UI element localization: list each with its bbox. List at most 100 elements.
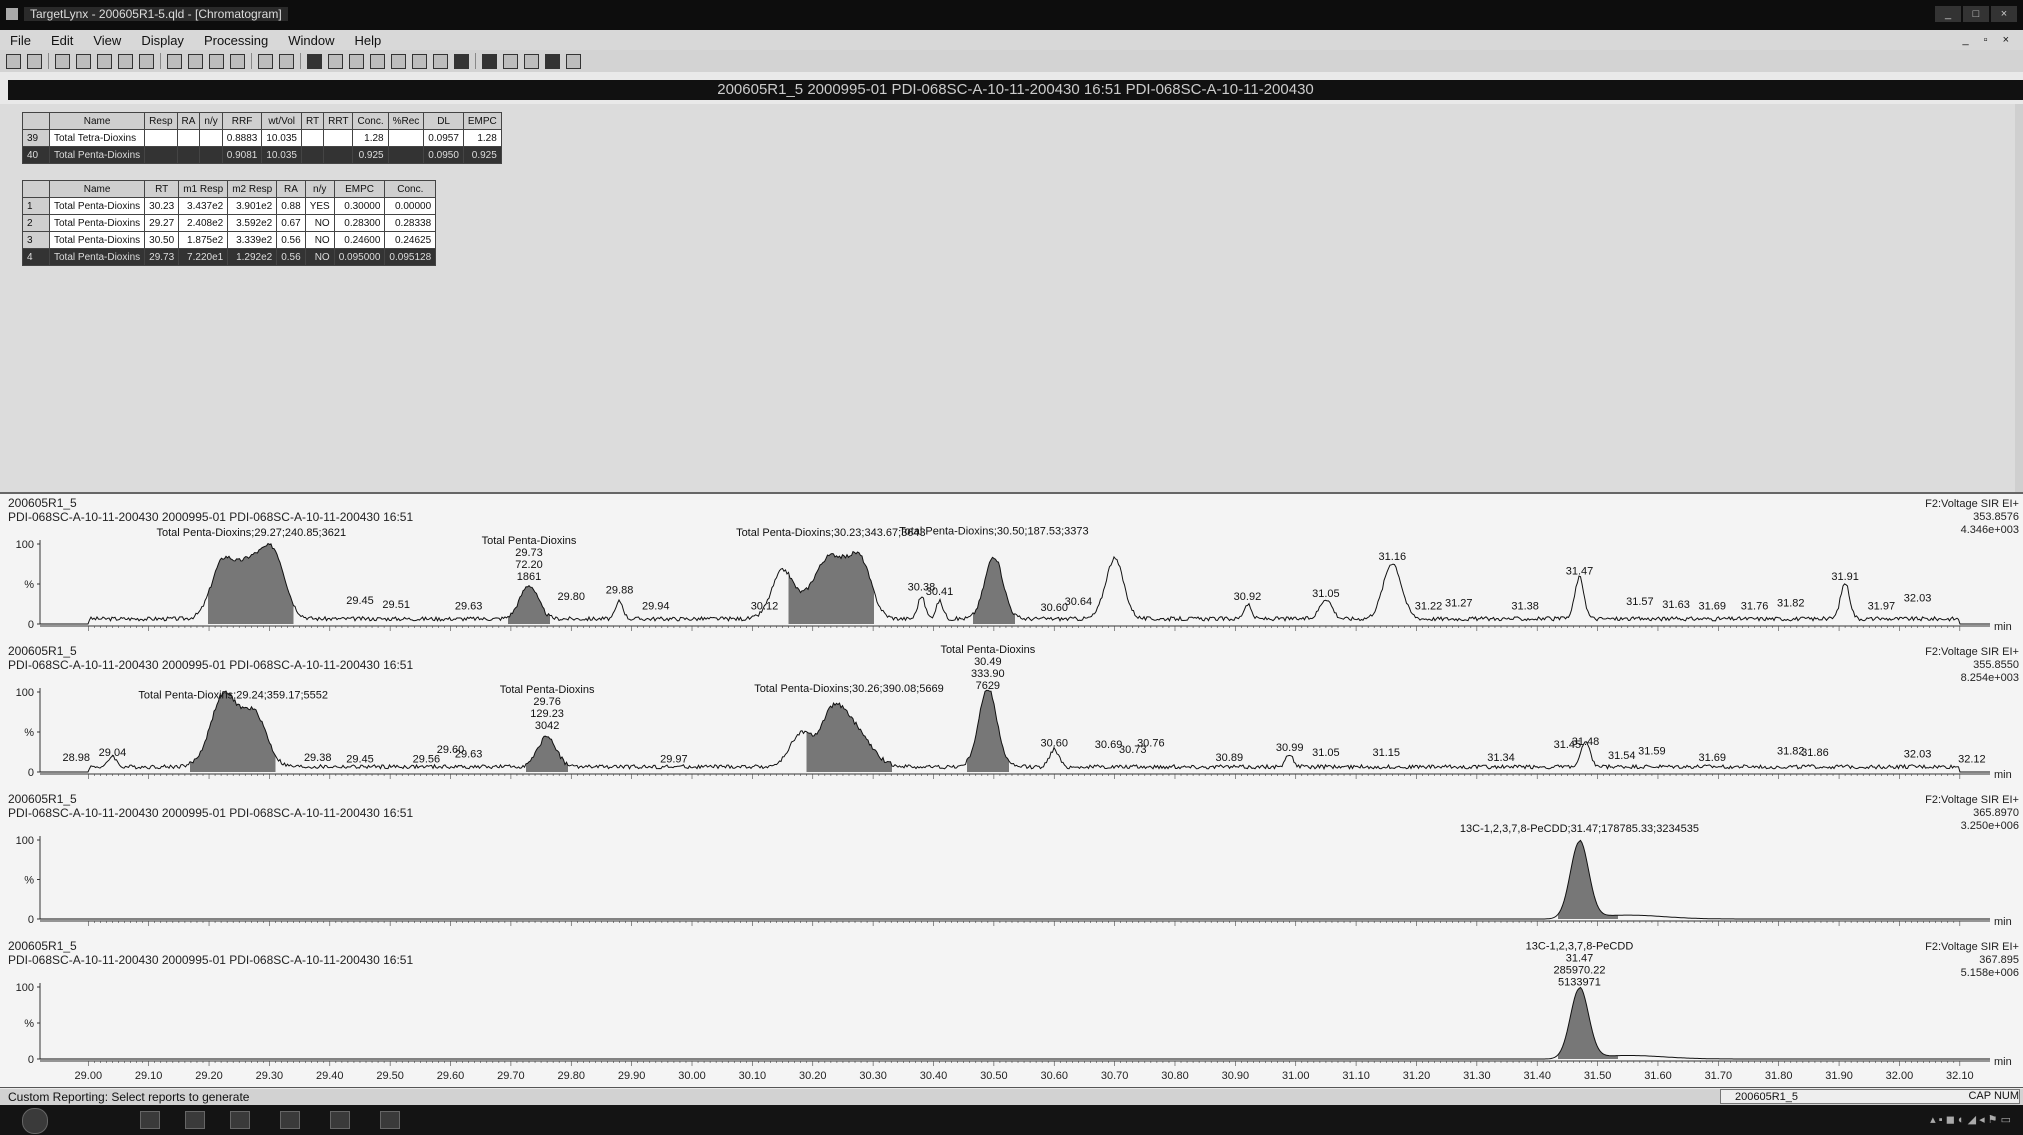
close-button[interactable]: × bbox=[1991, 6, 2017, 22]
peak-label: 29.45 bbox=[346, 753, 374, 765]
zoom-in-icon[interactable] bbox=[258, 53, 273, 69]
integrated-peak[interactable] bbox=[973, 557, 1015, 624]
table-row[interactable]: 1 Total Penta-Dioxins 30.23 3.437e2 3.901e2 0… bbox=[22, 197, 437, 215]
trace-plot[interactable]: 100% 0 min 13C-1,2,3,7,8-PeCDD;31.47;178785… bbox=[0, 790, 2023, 937]
taskbar-app-icon[interactable] bbox=[380, 1111, 400, 1129]
trace-plot[interactable]: 100% 0 min 29.00 29.10 29.20 29.30 29.40 29.50 29… bbox=[0, 937, 2023, 1087]
peak-icon[interactable] bbox=[349, 53, 364, 69]
x-tick-label: 29.70 bbox=[497, 1070, 525, 1082]
column-header[interactable] bbox=[22, 112, 50, 130]
column-header[interactable]: Name bbox=[48, 180, 146, 198]
integrated-peak[interactable] bbox=[806, 703, 893, 772]
prev-sample-icon[interactable] bbox=[188, 53, 203, 69]
y-tick-label: 100 bbox=[16, 539, 34, 551]
tools-icon[interactable] bbox=[307, 53, 322, 69]
taskbar-app-icon[interactable] bbox=[140, 1111, 160, 1129]
column-header[interactable] bbox=[22, 180, 50, 198]
integrated-peak[interactable] bbox=[1558, 987, 1618, 1059]
menu-file[interactable]: File bbox=[0, 33, 41, 48]
column-header[interactable]: %Rec bbox=[387, 112, 425, 130]
start-button[interactable] bbox=[22, 1108, 48, 1134]
print-icon[interactable] bbox=[545, 53, 560, 69]
integrated-peak[interactable] bbox=[508, 585, 550, 624]
split-vertical-icon[interactable] bbox=[524, 53, 539, 69]
column-header[interactable]: EMPC bbox=[333, 180, 386, 198]
taskbar: ▴ ▪ ◼ ◐ ◢ ◂ ⚑ ▭ bbox=[0, 1105, 2023, 1135]
column-header[interactable]: DL bbox=[423, 112, 464, 130]
x-tick-label: 30.90 bbox=[1222, 1070, 1250, 1082]
column-header[interactable]: RA bbox=[176, 112, 201, 130]
column-header[interactable]: RT bbox=[300, 112, 325, 130]
trace-plot[interactable]: 100% 0 min Total Penta-Dioxins;29.27;240.85… bbox=[0, 494, 2023, 642]
table-row[interactable]: 40 Total Penta-Dioxins 0.9081 10.035 0.925 0.… bbox=[22, 146, 502, 164]
undo-icon[interactable] bbox=[55, 53, 70, 69]
column-header[interactable]: n/y bbox=[199, 112, 223, 130]
mdi-controls[interactable]: _ ▫ × bbox=[1962, 34, 2023, 46]
integrated-peak[interactable] bbox=[526, 736, 568, 772]
taskbar-app-icon[interactable] bbox=[185, 1111, 205, 1129]
column-header[interactable]: m1 Resp bbox=[178, 180, 229, 198]
spectrum-icon[interactable] bbox=[328, 53, 343, 69]
table-row[interactable]: 2 Total Penta-Dioxins 29.27 2.408e2 3.592e2 0… bbox=[22, 214, 437, 232]
integrated-peak[interactable] bbox=[1558, 840, 1618, 919]
menu-display[interactable]: Display bbox=[131, 33, 194, 48]
chromatogram-trace[interactable]: 200605R1_5 PDI-068SC-A-10-11-200430 20009… bbox=[0, 790, 2023, 938]
menu-processing[interactable]: Processing bbox=[194, 33, 278, 48]
column-header[interactable]: RA bbox=[276, 180, 306, 198]
column-header[interactable]: wt/Vol bbox=[261, 112, 302, 130]
menu-help[interactable]: Help bbox=[345, 33, 392, 48]
table-row[interactable]: 3 Total Penta-Dioxins 30.50 1.875e2 3.339e2 0… bbox=[22, 231, 437, 249]
column-header[interactable]: RRF bbox=[221, 112, 263, 130]
table-row[interactable]: 4 Total Penta-Dioxins 29.73 7.220e1 1.292e2 0… bbox=[22, 248, 437, 266]
minimize-button[interactable]: _ bbox=[1935, 6, 1961, 22]
toolbar-separator bbox=[475, 53, 476, 69]
peak-label: Total Penta-Dioxins;30.50;187.53;3373 bbox=[899, 525, 1089, 537]
record-icon[interactable] bbox=[454, 53, 469, 69]
column-header[interactable]: m2 Resp bbox=[227, 180, 278, 198]
integrated-peak[interactable] bbox=[190, 691, 276, 772]
chromatogram-trace[interactable]: 200605R1_5 PDI-068SC-A-10-11-200430 20009… bbox=[0, 642, 2023, 791]
taskbar-app-icon[interactable] bbox=[330, 1111, 350, 1129]
menu-edit[interactable]: Edit bbox=[41, 33, 83, 48]
column-header[interactable]: Conc. bbox=[352, 112, 389, 130]
column-header[interactable]: RRT bbox=[323, 112, 354, 130]
sum-icon[interactable] bbox=[412, 53, 427, 69]
table-row[interactable]: 39 Total Tetra-Dioxins 0.8883 10.035 1.28 0.0… bbox=[22, 129, 502, 147]
integrated-peak[interactable] bbox=[788, 551, 875, 624]
next-sample-icon[interactable] bbox=[209, 53, 224, 69]
save-icon[interactable] bbox=[27, 53, 42, 69]
column-header[interactable]: Resp bbox=[144, 112, 178, 130]
peak-label: 28.98 bbox=[62, 752, 90, 764]
integrated-peak[interactable] bbox=[967, 690, 1009, 772]
taskbar-app-icon[interactable] bbox=[280, 1111, 300, 1129]
layout-icon[interactable] bbox=[391, 53, 406, 69]
taskbar-app-icon[interactable] bbox=[230, 1111, 250, 1129]
chromatogram-trace[interactable]: 200605R1_5 PDI-068SC-A-10-11-200430 20009… bbox=[0, 937, 2023, 1088]
book-icon[interactable] bbox=[433, 53, 448, 69]
column-header[interactable]: Name bbox=[48, 112, 146, 130]
print-preview-icon[interactable] bbox=[118, 53, 133, 69]
system-tray[interactable]: ▴ ▪ ◼ ◐ ◢ ◂ ⚑ ▭ bbox=[1930, 1113, 2011, 1126]
zoom-out-icon[interactable] bbox=[279, 53, 294, 69]
maximize-button[interactable]: □ bbox=[1963, 6, 1989, 22]
erase-icon[interactable] bbox=[482, 53, 497, 69]
chromatogram-trace[interactable]: 200605R1_5 PDI-068SC-A-10-11-200430 20009… bbox=[0, 494, 2023, 643]
split-horizontal-icon[interactable] bbox=[503, 53, 518, 69]
column-header[interactable]: Conc. bbox=[384, 180, 437, 198]
first-sample-icon[interactable] bbox=[167, 53, 182, 69]
menu-view[interactable]: View bbox=[83, 33, 131, 48]
copy-icon[interactable] bbox=[76, 53, 91, 69]
last-sample-icon[interactable] bbox=[230, 53, 245, 69]
chart-icon[interactable] bbox=[139, 53, 154, 69]
column-header[interactable]: RT bbox=[144, 180, 180, 198]
report-icon[interactable] bbox=[97, 53, 112, 69]
column-header[interactable]: n/y bbox=[304, 180, 335, 198]
bar-chart-icon[interactable] bbox=[370, 53, 385, 69]
menu-window[interactable]: Window bbox=[278, 33, 344, 48]
results-scrollbar[interactable] bbox=[2015, 104, 2023, 492]
column-header[interactable]: EMPC bbox=[462, 112, 502, 130]
open-icon[interactable] bbox=[6, 53, 21, 69]
peak-label: 30.89 bbox=[1216, 752, 1244, 764]
trace-plot[interactable]: 100% 0 min 28.98 29.04 Total Penta-Dioxins;29… bbox=[0, 642, 2023, 790]
help-icon[interactable] bbox=[566, 53, 581, 69]
